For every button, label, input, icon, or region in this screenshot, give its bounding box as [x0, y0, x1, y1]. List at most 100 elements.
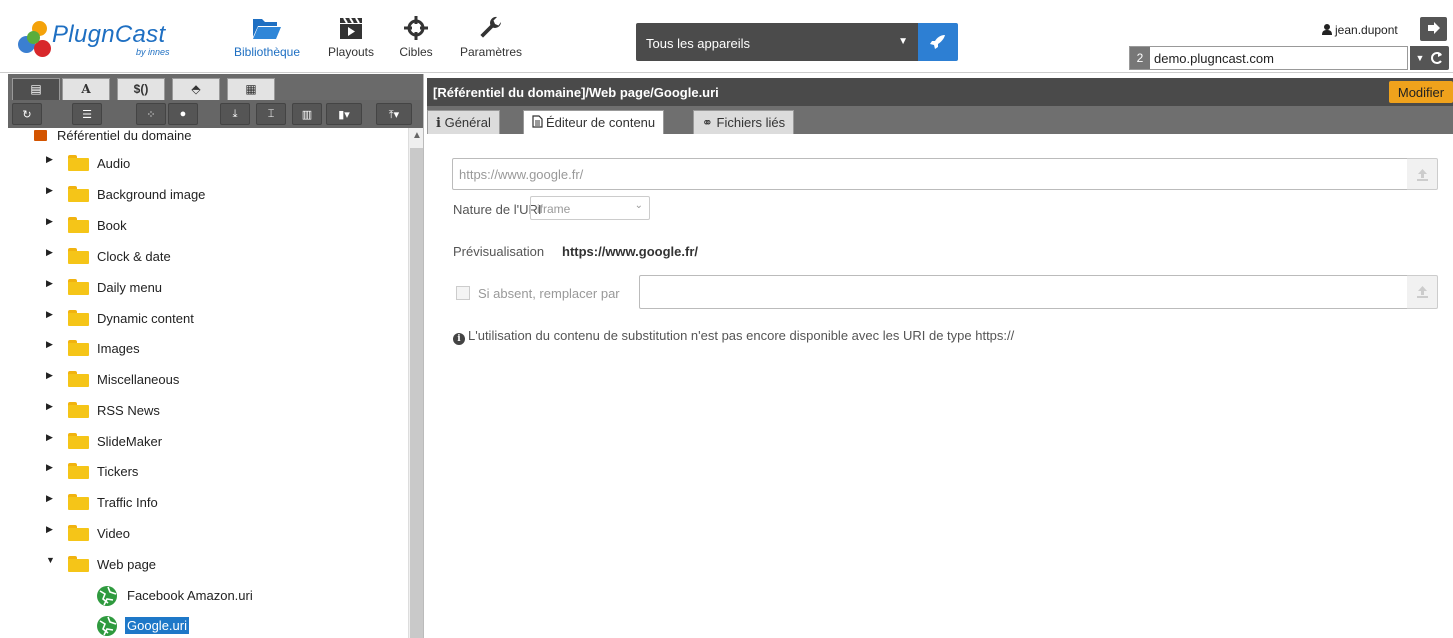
tree-folder-background-image[interactable]: ▶ Background image [46, 183, 386, 205]
tree-folder-slidemaker[interactable]: ▶ SlideMaker [46, 430, 386, 452]
tree-folder-images[interactable]: ▶ Images [46, 337, 386, 359]
upload-icon [1417, 286, 1428, 298]
new-file-button[interactable]: ▮▾ [326, 103, 362, 125]
tab-text[interactable]: A [62, 78, 110, 100]
folder-icon [68, 371, 89, 387]
tree-file-google[interactable]: Google.uri [96, 614, 376, 636]
globe-icon [97, 586, 117, 606]
tree-folder-label: Web page [97, 557, 157, 572]
uri-upload-button[interactable] [1407, 158, 1438, 190]
tab-content-editor-label: Éditeur de contenu [546, 115, 656, 130]
logo-byline: by innes [136, 47, 170, 57]
substitute-input[interactable] [639, 275, 1435, 309]
caret-right-icon: ▶ [46, 185, 53, 195]
tree-folder-audio[interactable]: ▶ Audio [46, 152, 386, 174]
tree-file-label: Facebook Amazon.uri [127, 588, 253, 603]
domain-refresh-button[interactable] [1424, 46, 1449, 70]
rename-button[interactable]: ⌶ [256, 103, 286, 125]
folder-icon [68, 556, 89, 572]
download-button[interactable]: ⤓ [220, 103, 250, 125]
trash-icon: ▥ [301, 109, 313, 121]
user-menu[interactable]: jean.dupont [1322, 23, 1398, 37]
substitute-upload-button[interactable] [1407, 275, 1438, 309]
tree-folder-label: Daily menu [97, 280, 163, 295]
tree-folder-miscellaneous[interactable]: ▶ Miscellaneous [46, 368, 386, 390]
tab-variables-label: $() [133, 82, 149, 96]
substitute-checkbox[interactable] [456, 286, 470, 300]
upload-menu-button[interactable]: ⤒▾ [376, 103, 412, 125]
uri-nature-label: Nature de l'URI [453, 202, 542, 217]
scroll-thumb[interactable] [410, 148, 423, 638]
chevron-up-icon: ▲ [412, 130, 422, 141]
tree-folder-label: Background image [97, 187, 206, 202]
tab-linked-files[interactable]: ⚭ Fichiers liés [693, 110, 795, 134]
caret-right-icon: ▶ [46, 154, 53, 164]
folder-icon [68, 279, 89, 295]
tab-variables[interactable]: $() [117, 78, 165, 100]
list-view-button[interactable]: ☰ [72, 103, 102, 125]
tree-folder-clock-date[interactable]: ▶ Clock & date [46, 245, 386, 267]
tab-general[interactable]: i Général [427, 110, 500, 134]
tree-folder-label: SlideMaker [97, 434, 163, 449]
tab-general-label: Général [444, 115, 491, 130]
tree-root[interactable]: Référentiel du domaine [16, 128, 191, 143]
caret-right-icon: ▶ [46, 432, 53, 442]
library-tabs: ▤ A $() ⬘ ▦ [8, 74, 423, 100]
tree-folder-book[interactable]: ▶ Book [46, 214, 386, 236]
rename-icon: ⌶ [267, 108, 275, 120]
tree-file-facebook-amazon[interactable]: Facebook Amazon.uri [96, 584, 376, 606]
user-filter-button[interactable]: ● [168, 103, 198, 125]
nav-cibles[interactable]: Cibles [392, 16, 440, 66]
folder-icon [68, 186, 89, 202]
tree-scrollbar[interactable]: ▲ [408, 128, 423, 638]
globe-icon [97, 616, 117, 636]
deploy-button[interactable] [918, 23, 958, 61]
substitute-info-text: L'utilisation du contenu de substitution… [468, 328, 1015, 343]
tab-content-editor[interactable]: Éditeur de contenu [523, 110, 665, 134]
tree-folder-video[interactable]: ▶ Video [46, 522, 386, 544]
substitute-info: i L'utilisation du contenu de substitutio… [453, 328, 1014, 345]
tree-folder-label: RSS News [97, 403, 160, 418]
tree-folder-daily-menu[interactable]: ▶ Daily menu [46, 276, 386, 298]
modify-button[interactable]: Modifier [1389, 81, 1453, 103]
domain-name: demo.plugncast.com [1154, 51, 1274, 66]
domain-select[interactable]: 2 demo.plugncast.com [1129, 46, 1408, 70]
tree-folder-label: Video [97, 526, 131, 541]
folder-icon [68, 525, 89, 541]
logout-button[interactable] [1420, 17, 1447, 41]
tab-tags[interactable]: ⬘ [172, 78, 220, 100]
tab-calendar[interactable]: ▦ [227, 78, 275, 100]
nav-playouts[interactable]: Playouts [320, 16, 382, 66]
rocket-icon [930, 35, 945, 49]
tree-folder-web-page[interactable]: ▼ Web page [46, 553, 386, 575]
caret-right-icon: ▶ [46, 309, 53, 319]
uri-nature-select[interactable]: iframe ⌄ [530, 196, 650, 220]
nav-bibliotheque[interactable]: Bibliothèque [228, 16, 306, 66]
app-header: PlugnCast by innes Bibliothèque Playouts… [0, 0, 1453, 73]
tree-folder-label: Images [97, 341, 140, 356]
caret-right-icon: ▶ [46, 524, 53, 534]
tab-linked-files-label: Fichiers liés [716, 115, 786, 130]
refresh-button[interactable]: ↻ [12, 103, 42, 125]
tree-folder-dynamic-content[interactable]: ▶ Dynamic content [46, 307, 386, 329]
tree-folder-rss-news[interactable]: ▶ RSS News [46, 399, 386, 421]
folder-icon [68, 494, 89, 510]
caret-right-icon: ▶ [46, 493, 53, 503]
tree-folder-tickers[interactable]: ▶ Tickers [46, 460, 386, 482]
tree-folder-label: Miscellaneous [97, 372, 180, 387]
link-icon: ⚭ [702, 115, 713, 130]
content-title: [Référentiel du domaine]/Web page/Google… [433, 85, 719, 100]
folder-icon [68, 463, 89, 479]
device-filter-select[interactable]: Tous les appareils ▼ [636, 23, 918, 61]
tree-folder-traffic-info[interactable]: ▶ Traffic Info [46, 491, 386, 513]
uri-input[interactable] [452, 158, 1435, 190]
nav-parametres[interactable]: Paramètres [452, 16, 530, 66]
calendar-icon: ▦ [245, 82, 257, 96]
tab-library[interactable]: ▤ [12, 78, 60, 100]
tree-folder-label: Audio [97, 156, 131, 171]
delete-button[interactable]: ▥ [292, 103, 322, 125]
sitemap-button[interactable]: ⁘ [136, 103, 166, 125]
tag-icon: ⬘ [191, 82, 201, 96]
tab-text-label: A [81, 82, 91, 96]
nav-bibliotheque-label: Bibliothèque [233, 45, 301, 59]
